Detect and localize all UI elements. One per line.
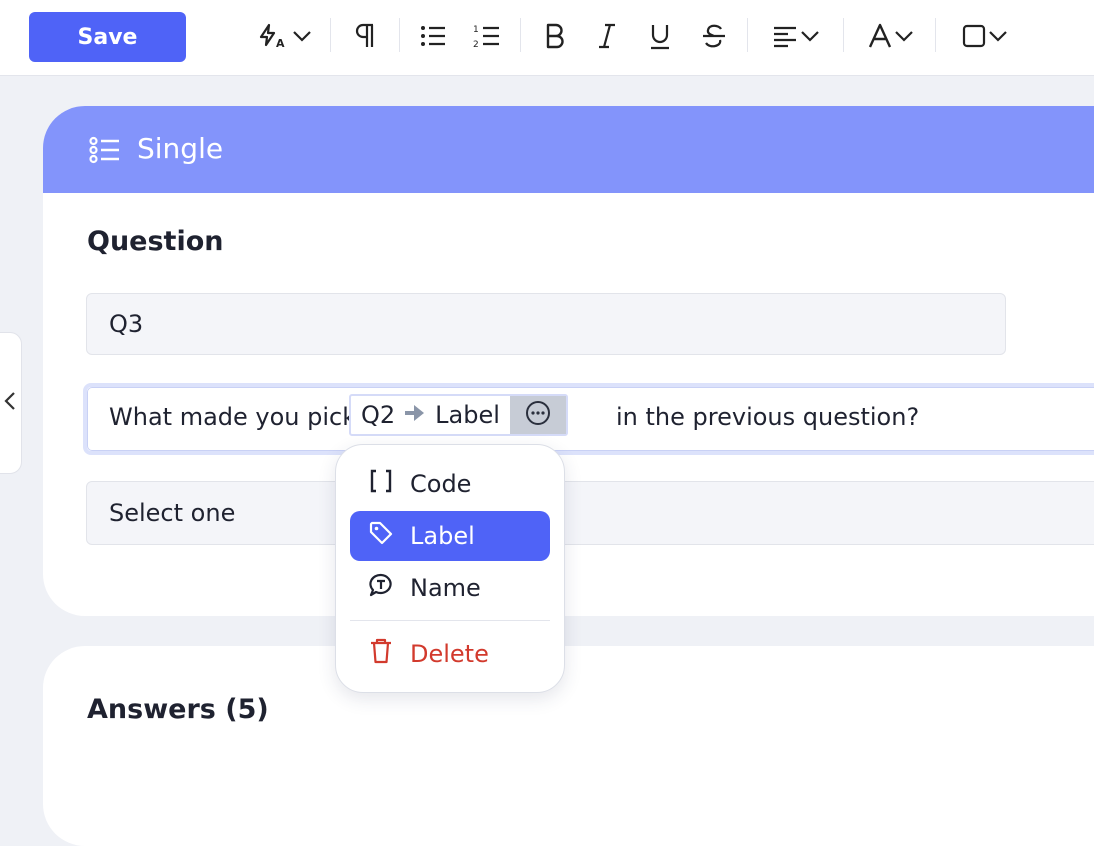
bullet-list-icon (419, 24, 447, 48)
svg-text:A: A (276, 37, 285, 50)
chevron-down-icon (893, 29, 915, 43)
numbered-list-icon: 12 (473, 23, 501, 49)
question-type-header: Single (43, 106, 1094, 193)
numbered-list-button[interactable]: 12 (470, 16, 504, 56)
question-type-select[interactable]: Select one (86, 481, 1094, 545)
collapse-panel-button[interactable] (0, 332, 22, 474)
menu-item-code[interactable]: Code (350, 459, 550, 509)
trash-icon (368, 637, 394, 671)
question-text-before: What made you pick (109, 403, 357, 431)
answers-title: Answers (5) (87, 694, 269, 725)
question-card: Single Question Q3 What made you pick Q2… (43, 106, 1094, 616)
menu-divider (350, 620, 550, 621)
pilcrow-icon (353, 22, 377, 50)
pipe-options-button[interactable] (509, 396, 566, 434)
text-bubble-icon (368, 572, 394, 604)
font-color-icon (867, 22, 893, 50)
pipe-field-name: Label (435, 401, 500, 429)
question-code-input[interactable]: Q3 (86, 293, 1006, 355)
tag-icon (368, 520, 394, 552)
chevron-left-icon (3, 390, 17, 416)
underline-button[interactable] (644, 16, 676, 56)
underline-icon (648, 22, 672, 50)
more-horizontal-icon (524, 399, 552, 431)
save-button[interactable]: Save (29, 12, 186, 62)
brackets-icon (368, 468, 394, 500)
editor-toolbar: Save A 12 (0, 0, 1094, 76)
svg-text:1: 1 (473, 25, 479, 35)
square-outline-icon (961, 23, 987, 49)
question-section-label: Question (87, 226, 224, 257)
chevron-down-icon (987, 29, 1009, 43)
strikethrough-icon (700, 22, 728, 50)
strikethrough-button[interactable] (697, 16, 731, 56)
chevron-down-icon (799, 29, 821, 43)
question-text-input[interactable]: What made you pick Q2 Label in the previ… (83, 383, 1094, 455)
piped-field-token[interactable]: Q2 Label (349, 394, 568, 436)
bold-icon (542, 22, 566, 50)
chevron-down-icon (291, 29, 313, 43)
menu-item-name[interactable]: Name (350, 563, 550, 613)
bold-button[interactable] (538, 16, 570, 56)
magic-format-icon: A (257, 21, 291, 51)
question-text-after: in the previous question? (616, 403, 920, 431)
alignment-dropdown[interactable] (765, 16, 827, 56)
arrow-right-icon (403, 401, 427, 429)
svg-text:2: 2 (473, 40, 479, 49)
pipe-options-menu: Code Label Name Delete (335, 444, 565, 693)
text-color-dropdown[interactable] (860, 16, 922, 56)
menu-item-delete[interactable]: Delete (350, 629, 550, 679)
italic-button[interactable] (592, 16, 622, 56)
list-icon (89, 136, 121, 168)
text-style-dropdown[interactable]: A (252, 16, 318, 56)
answers-card: Answers (5) (43, 646, 1094, 846)
align-left-icon (771, 24, 799, 48)
paragraph-button[interactable] (349, 16, 381, 56)
italic-icon (596, 22, 618, 50)
pipe-source-code: Q2 (361, 401, 396, 429)
border-dropdown[interactable] (953, 16, 1017, 56)
menu-item-label[interactable]: Label (350, 511, 550, 561)
bullet-list-button[interactable] (416, 16, 450, 56)
question-type-title: Single (137, 132, 224, 165)
